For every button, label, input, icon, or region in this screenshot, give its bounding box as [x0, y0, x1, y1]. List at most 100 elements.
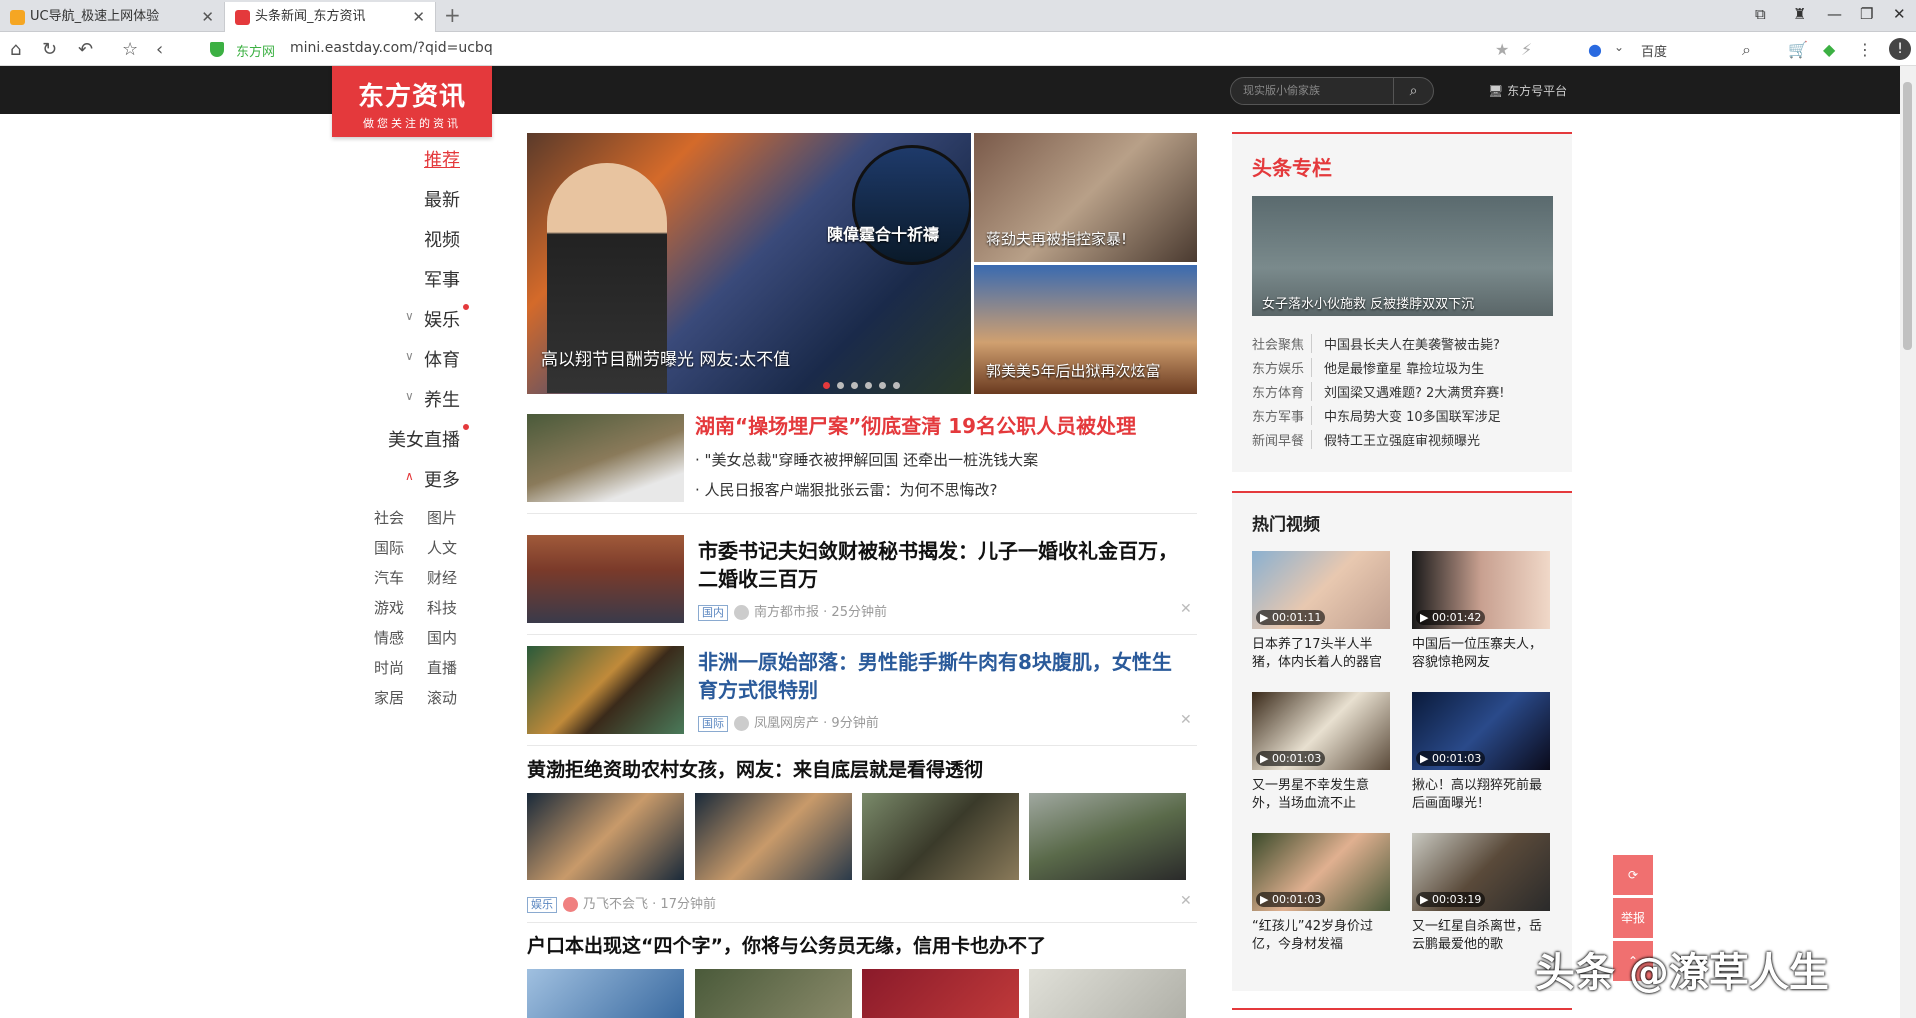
hero-side-slide-top[interactable]: 蒋劲夫再被指控家暴!: [974, 133, 1197, 262]
subnav-item[interactable]: 财经: [427, 567, 457, 588]
minimize-icon[interactable]: —: [1827, 5, 1842, 23]
url-field[interactable]: mini.eastday.com/?qid=ucbq: [290, 40, 493, 56]
subnav-item[interactable]: 国内: [427, 627, 457, 648]
subnav-item[interactable]: 汽车: [374, 567, 404, 588]
gallery-image[interactable]: [695, 793, 852, 880]
subnav-item[interactable]: 游戏: [374, 597, 404, 618]
article-headline[interactable]: 户口本出现这“四个字”，你将与公务员无缘，信用卡也办不了: [527, 932, 1046, 960]
special-row[interactable]: 东方军事 中东局势大变 10多国联军涉足: [1252, 406, 1501, 425]
security-icon[interactable]: ◆: [1823, 40, 1835, 59]
video-title[interactable]: 中国后一位压寨夫人，容貌惊艳网友: [1412, 636, 1552, 672]
special-row[interactable]: 社会聚焦 中国县长夫人在美袭警被击毙?: [1252, 334, 1500, 353]
restore-icon[interactable]: ❐: [1860, 5, 1873, 23]
favorite-star-icon[interactable]: ★: [1495, 40, 1509, 59]
back-icon[interactable]: ‹: [156, 39, 163, 60]
site-logo[interactable]: 东方资讯 做您关注的资讯: [332, 66, 492, 137]
nav-item-military[interactable]: 军事: [380, 266, 460, 292]
search-icon[interactable]: ⌕: [1742, 40, 1751, 60]
category-tag[interactable]: 国内: [698, 605, 728, 621]
gallery-image[interactable]: [862, 793, 1019, 880]
multi-window-icon[interactable]: ⧉: [1755, 5, 1766, 23]
chevron-down-icon[interactable]: ⌄: [1614, 40, 1624, 54]
menu-dots-icon[interactable]: ⋮: [1857, 40, 1873, 59]
nav-item-recommend[interactable]: 推荐: [380, 146, 460, 172]
carousel-dot[interactable]: [865, 382, 872, 389]
article-thumbnail[interactable]: [527, 646, 684, 734]
nav-item-video[interactable]: 视频: [380, 226, 460, 252]
carousel-dot[interactable]: [837, 382, 844, 389]
gallery-image[interactable]: [862, 969, 1019, 1018]
subnav-item[interactable]: 滚动: [427, 687, 457, 708]
close-tab-icon[interactable]: ✕: [201, 2, 214, 32]
video-title[interactable]: 又一男星不幸发生意外，当场血流不止: [1252, 777, 1392, 813]
video-thumbnail[interactable]: ▶ 00:01:42: [1412, 551, 1550, 629]
carousel-dot[interactable]: [879, 382, 886, 389]
video-title[interactable]: “红孩儿”42岁身价过亿，今身材发福: [1252, 918, 1392, 954]
video-thumbnail[interactable]: ▶ 00:01:03: [1252, 692, 1390, 770]
top-story-bullet[interactable]: · "美女总裁"穿睡衣被押解回国 还牵出一桩洗钱大案: [695, 449, 1038, 470]
nav-item-entertainment[interactable]: 娱乐: [380, 306, 460, 332]
top-story-headline[interactable]: 湖南“操场埋尸案”彻底查清 19名公职人员被处理: [695, 412, 1136, 440]
search-engine-label[interactable]: 百度: [1641, 41, 1667, 60]
subnav-item[interactable]: 情感: [374, 627, 404, 648]
cart-icon[interactable]: 🛒: [1788, 40, 1808, 59]
report-button[interactable]: 举报: [1613, 898, 1653, 938]
special-row[interactable]: 东方娱乐 他是最惨童星 靠捡垃圾为生: [1252, 358, 1484, 377]
close-window-icon[interactable]: ✕: [1893, 5, 1906, 23]
dismiss-icon[interactable]: ✕: [1180, 712, 1192, 728]
scrollbar-thumb[interactable]: [1903, 82, 1912, 350]
top-story-bullet[interactable]: · 人民日报客户端狠批张云雷：为何不思悔改?: [695, 479, 998, 500]
article-headline[interactable]: 黄渤拒绝资助农村女孩，网友：来自底层就是看得透彻: [527, 756, 983, 784]
top-story-thumbnail[interactable]: [527, 414, 684, 502]
gallery-image[interactable]: [527, 969, 684, 1018]
new-tab-icon[interactable]: +: [444, 3, 461, 27]
nav-item-sports[interactable]: 体育: [380, 346, 460, 372]
article-source[interactable]: 乃飞不会飞: [583, 897, 648, 912]
video-title[interactable]: 揪心！高以翔猝死前最后画面曝光！: [1412, 777, 1552, 813]
category-tag[interactable]: 国际: [698, 716, 728, 732]
article-headline[interactable]: 市委书记夫妇敛财被秘书揭发：儿子一婚收礼金百万，二婚收三百万: [698, 537, 1188, 593]
user-avatar-icon[interactable]: !: [1889, 38, 1911, 60]
video-thumbnail[interactable]: ▶ 00:03:19: [1412, 833, 1550, 911]
gallery-image[interactable]: [1029, 793, 1186, 880]
search-input[interactable]: [1243, 82, 1393, 100]
article-thumbnail[interactable]: [527, 535, 684, 623]
nav-item-health[interactable]: 养生: [380, 386, 460, 412]
subnav-item[interactable]: 科技: [427, 597, 457, 618]
undo-icon[interactable]: ↶: [78, 39, 93, 60]
article-headline[interactable]: 非洲一原始部落：男性能手撕牛肉有8块腹肌，女性生育方式很特别: [698, 648, 1188, 704]
article-source[interactable]: 南方都市报: [754, 605, 819, 620]
browser-tab-uc[interactable]: UC导航_极速上网体验 ✕: [0, 2, 224, 32]
nav-item-latest[interactable]: 最新: [380, 186, 460, 212]
home-icon[interactable]: ⌂: [10, 39, 21, 60]
browser-tab-eastday[interactable]: 头条新闻_东方资讯 ✕: [224, 2, 436, 32]
special-row[interactable]: 新闻早餐 假特工王立强庭审视频曝光: [1252, 430, 1480, 449]
carousel-dot[interactable]: [851, 382, 858, 389]
category-tag[interactable]: 娱乐: [527, 897, 557, 913]
video-thumbnail[interactable]: ▶ 00:01:11: [1252, 551, 1390, 629]
carousel-dot[interactable]: [893, 382, 900, 389]
hero-main-slide[interactable]: 陳偉霆合十祈禱 高以翔节目酬劳曝光 网友:太不值: [527, 133, 971, 394]
nav-item-more[interactable]: 更多: [380, 466, 460, 492]
subnav-item[interactable]: 直播: [427, 657, 457, 678]
carousel-dot[interactable]: [823, 382, 830, 389]
video-title[interactable]: 又一红星自杀离世，岳云鹏最爱他的歌: [1412, 918, 1552, 954]
bookmark-star-icon[interactable]: ☆: [122, 39, 138, 60]
video-thumbnail[interactable]: ▶ 00:01:03: [1412, 692, 1550, 770]
baidu-paw-icon[interactable]: ●: [1588, 40, 1602, 59]
close-tab-icon[interactable]: ✕: [412, 2, 425, 32]
flash-icon[interactable]: ⚡: [1521, 40, 1532, 59]
video-title[interactable]: 日本养了17头半人半猪，体内长着人的器官: [1252, 636, 1392, 672]
nav-item-beauty-live[interactable]: 美女直播: [380, 426, 460, 452]
gallery-image[interactable]: [1029, 969, 1186, 1018]
dismiss-icon[interactable]: ✕: [1180, 893, 1192, 909]
refresh-feed-button[interactable]: ⟳: [1613, 855, 1653, 895]
skin-icon[interactable]: ♜: [1793, 5, 1806, 23]
subnav-item[interactable]: 时尚: [374, 657, 404, 678]
special-column-image[interactable]: 女子落水小伙施救 反被搂脖双双下沉: [1252, 196, 1553, 316]
video-thumbnail[interactable]: ▶ 00:01:03: [1252, 833, 1390, 911]
subnav-item[interactable]: 家居: [374, 687, 404, 708]
article-source[interactable]: 凤凰网房产: [754, 716, 819, 731]
gallery-image[interactable]: [695, 969, 852, 1018]
special-row[interactable]: 东方体育 刘国梁又遇难题? 2大满贯弃赛!: [1252, 382, 1505, 401]
